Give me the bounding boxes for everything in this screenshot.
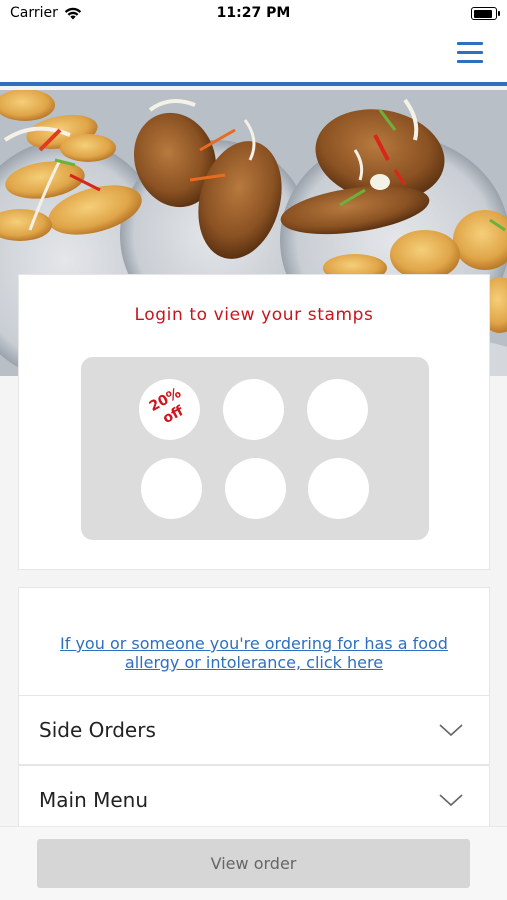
stamp-reward-slot: 20% off bbox=[139, 379, 200, 440]
stamp-login-prompt[interactable]: Login to view your stamps bbox=[19, 305, 489, 325]
view-order-button[interactable]: View order bbox=[37, 839, 470, 888]
bottom-bar: View order bbox=[0, 826, 507, 900]
clock: 11:27 PM bbox=[216, 5, 291, 21]
section-side-orders[interactable]: Side Orders bbox=[18, 695, 490, 765]
menu-line bbox=[457, 42, 483, 45]
chevron-down-icon bbox=[439, 724, 463, 737]
battery-icon bbox=[471, 7, 500, 20]
nav-bar bbox=[0, 28, 507, 86]
section-label: Side Orders bbox=[39, 718, 156, 742]
allergy-info-link[interactable]: If you or someone you're ordering for ha… bbox=[39, 634, 469, 672]
allergy-card: If you or someone you're ordering for ha… bbox=[18, 587, 490, 695]
stamp-grid: 20% off bbox=[81, 357, 429, 540]
status-bar: Carrier 11:27 PM bbox=[0, 0, 507, 28]
menu-line bbox=[457, 51, 483, 54]
chevron-down-icon bbox=[439, 794, 463, 807]
stamp-slot bbox=[307, 379, 368, 440]
menu-line bbox=[457, 60, 483, 63]
stamp-reward-label: 20% off bbox=[146, 385, 187, 428]
stamp-slot bbox=[223, 379, 284, 440]
battery-level bbox=[473, 9, 492, 18]
section-main-menu[interactable]: Main Menu bbox=[18, 765, 490, 835]
hamburger-menu-icon[interactable] bbox=[457, 40, 483, 64]
stamp-slot bbox=[308, 458, 369, 519]
stamp-slot bbox=[225, 458, 286, 519]
stamp-slot bbox=[141, 458, 202, 519]
stamp-card: Login to view your stamps 20% off bbox=[18, 274, 490, 570]
section-label: Main Menu bbox=[39, 788, 149, 812]
